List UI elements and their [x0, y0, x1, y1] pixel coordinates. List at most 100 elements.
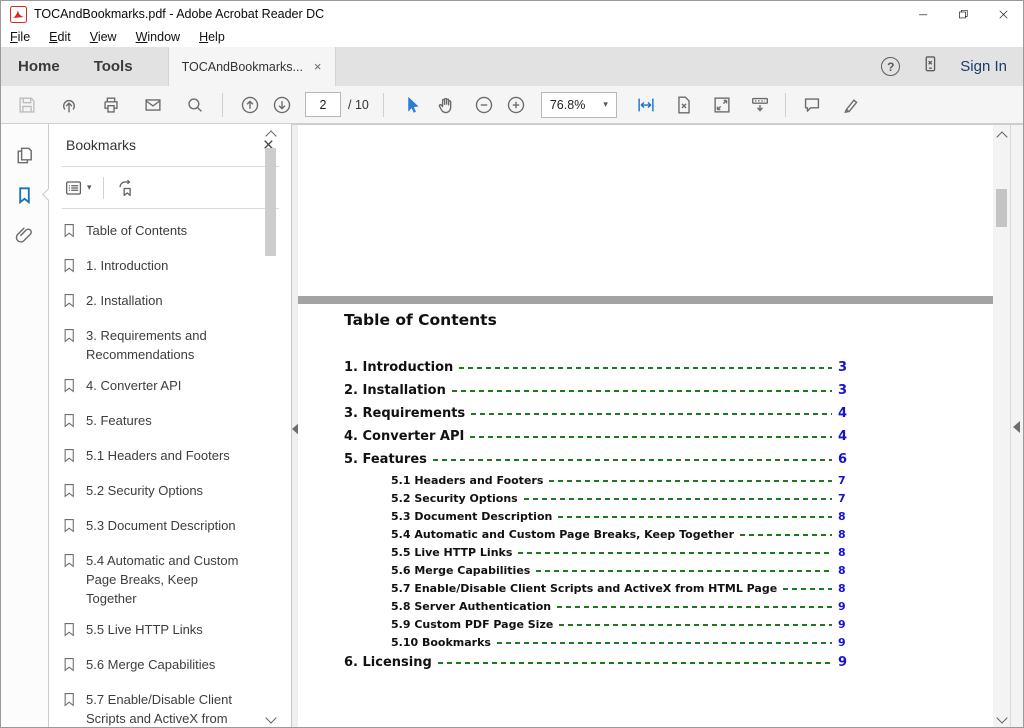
previous-page-icon[interactable]	[239, 94, 261, 116]
window-controls	[903, 1, 1023, 27]
toc-dash-leader	[452, 390, 832, 392]
bookmark-item-label: 2. Installation	[86, 291, 163, 314]
share-upload-icon[interactable]	[58, 94, 80, 116]
menu-item[interactable]: File	[10, 30, 30, 44]
bookmark-item[interactable]: 5.7 Enable/Disable Client Scripts and Ac…	[62, 690, 291, 728]
tab-tools[interactable]: Tools	[77, 47, 150, 86]
scroll-up-icon[interactable]	[265, 130, 276, 141]
bookmarks-panel-icon[interactable]	[13, 184, 36, 207]
toc-dash-leader	[524, 498, 832, 500]
tab-close-icon[interactable]: ×	[314, 59, 322, 74]
scrolling-mode-icon[interactable]	[749, 94, 771, 116]
select-tool-icon[interactable]	[400, 94, 422, 116]
bookmark-item-label: 5.7 Enable/Disable Client Scripts and Ac…	[86, 690, 247, 728]
expand-tools-pane-icon[interactable]	[1013, 421, 1020, 433]
toc-entry[interactable]: 5.4 Automatic and Custom Page Breaks, Ke…	[344, 525, 848, 543]
bookmark-item[interactable]: 4. Converter API	[62, 376, 291, 399]
comment-icon[interactable]	[801, 94, 823, 116]
bookmarks-scrollbar[interactable]	[263, 124, 279, 728]
toc-entry[interactable]: 6. Licensing 9	[344, 651, 848, 674]
scroll-down-icon[interactable]	[265, 712, 276, 723]
hand-tool-icon[interactable]	[435, 94, 457, 116]
zoom-out-icon[interactable]	[473, 94, 495, 116]
acrobat-window: TOCAndBookmarks.pdf - Adobe Acrobat Read…	[0, 0, 1024, 728]
fullscreen-icon[interactable]	[711, 94, 733, 116]
toc-entry[interactable]: 2. Installation 3	[344, 379, 848, 402]
toc-entry[interactable]: 5.7 Enable/Disable Client Scripts and Ac…	[344, 579, 848, 597]
tab-document[interactable]: TOCAndBookmarks... ×	[168, 47, 336, 86]
email-icon[interactable]	[142, 94, 164, 116]
toc-entry[interactable]: 5.6 Merge Capabilities 8	[344, 561, 848, 579]
toc-entry[interactable]: 1. Introduction 3	[344, 356, 848, 379]
fit-page-icon[interactable]	[673, 94, 695, 116]
toc-dash-leader	[518, 552, 832, 554]
menu-item[interactable]: Help	[199, 30, 225, 44]
toc-entry-label: 5.4 Automatic and Custom Page Breaks, Ke…	[391, 528, 734, 541]
toc-entry[interactable]: 5.3 Document Description 8	[344, 507, 848, 525]
print-icon[interactable]	[100, 94, 122, 116]
tab-home[interactable]: Home	[1, 47, 77, 86]
bookmark-item[interactable]: 5.5 Live HTTP Links	[62, 620, 291, 643]
bookmark-item[interactable]: 5.3 Document Description	[62, 516, 291, 539]
bookmark-item[interactable]: 3. Requirements and Recommendations	[62, 326, 291, 364]
menu-item[interactable]: View	[90, 30, 117, 44]
toc-entry[interactable]: 5.9 Custom PDF Page Size 9	[344, 615, 848, 633]
toc-entry-label: 5.8 Server Authentication	[391, 600, 551, 613]
fit-width-icon[interactable]	[635, 94, 657, 116]
bookmark-item[interactable]: 5.1 Headers and Footers	[62, 446, 291, 469]
bookmark-item[interactable]: 5.4 Automatic and Custom Page Breaks, Ke…	[62, 551, 291, 608]
bookmark-item-label: 5.3 Document Description	[86, 516, 236, 539]
page-thumbnails-icon[interactable]	[13, 144, 36, 167]
menu-item[interactable]: Edit	[49, 30, 71, 44]
bookmark-item[interactable]: 5.6 Merge Capabilities	[62, 655, 291, 678]
help-icon[interactable]: ?	[881, 57, 900, 76]
zoom-level-select[interactable]: 76.8% ▾	[541, 92, 617, 118]
toc-entry[interactable]: 5.1 Headers and Footers 7	[344, 471, 848, 489]
toc-entry[interactable]: 4. Converter API 4	[344, 425, 848, 448]
bookmark-icon	[62, 552, 77, 608]
bookmark-item[interactable]: 5. Features	[62, 411, 291, 434]
menu-item[interactable]: Window	[136, 30, 180, 44]
zoom-caret-icon: ▾	[603, 99, 608, 110]
doc-scroll-down-icon[interactable]	[996, 712, 1007, 723]
restore-button[interactable]	[943, 1, 983, 27]
toc-entry[interactable]: 5.2 Security Options 7	[344, 489, 848, 507]
sign-in-button[interactable]: Sign In	[960, 58, 1007, 75]
attachments-icon[interactable]	[13, 224, 36, 247]
page-number-input[interactable]	[305, 92, 341, 117]
doc-scroll-up-icon[interactable]	[996, 131, 1007, 142]
minimize-button[interactable]	[903, 1, 943, 27]
bookmark-item[interactable]: 5.2 Security Options	[62, 481, 291, 504]
bookmark-options-icon[interactable]: ▾	[63, 177, 92, 199]
search-icon[interactable]	[184, 94, 206, 116]
next-page-icon[interactable]	[271, 94, 293, 116]
toc-entry[interactable]: 5.8 Server Authentication 9	[344, 597, 848, 615]
toc-entry-page: 8	[838, 564, 848, 577]
bookmarks-scroll-thumb[interactable]	[265, 148, 276, 256]
bookmark-icon	[62, 517, 77, 539]
toc-entry[interactable]: 3. Requirements 4	[344, 402, 848, 425]
document-scrollbar[interactable]	[993, 125, 1010, 728]
toc-dash-leader	[497, 642, 832, 644]
toc-dash-leader	[438, 662, 832, 664]
toc-entry[interactable]: 5.10 Bookmarks 9	[344, 633, 848, 651]
bookmarks-list: Table of Contents 1. Introduction	[49, 209, 291, 728]
mobile-device-icon[interactable]	[920, 54, 940, 79]
toc-entry-label: 1. Introduction	[344, 360, 453, 375]
document-scroll-thumb[interactable]	[996, 189, 1007, 227]
bookmark-icon	[62, 327, 77, 364]
toc-entry[interactable]: 5. Features 6	[344, 448, 848, 471]
bookmark-item[interactable]: 1. Introduction	[62, 256, 291, 279]
expand-current-bookmark-icon[interactable]	[115, 177, 137, 199]
bookmark-item[interactable]: 2. Installation	[62, 291, 291, 314]
save-icon[interactable]	[16, 94, 38, 116]
zoom-in-icon[interactable]	[505, 94, 527, 116]
toc-entry[interactable]: 5.5 Live HTTP Links 8	[344, 543, 848, 561]
bookmark-icon	[62, 292, 77, 314]
toc-entry-page: 8	[838, 528, 848, 541]
toc-entry-label: 5.10 Bookmarks	[391, 636, 491, 649]
close-button[interactable]	[983, 1, 1023, 27]
highlight-icon[interactable]	[840, 94, 862, 116]
bookmark-item[interactable]: Table of Contents	[62, 221, 291, 244]
toc-entry-label: 3. Requirements	[344, 406, 465, 421]
